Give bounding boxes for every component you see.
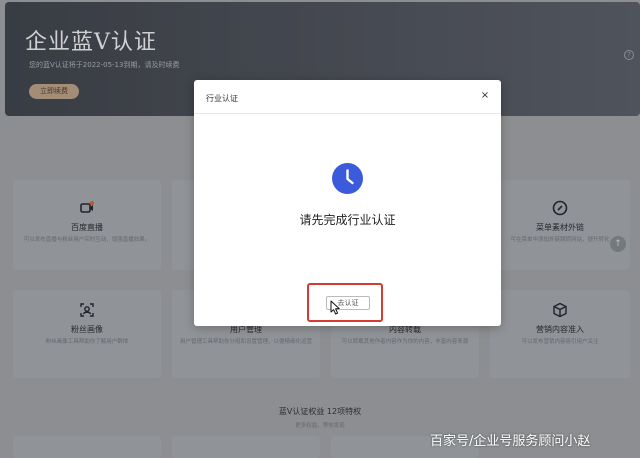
watermark-text: 百家号/企业号服务顾问小赵: [430, 434, 591, 449]
dialog-header: 行业认证 ×: [194, 80, 501, 114]
dialog-message: 请先完成行业认证: [299, 213, 396, 227]
dialog-title: 行业认证: [206, 94, 238, 103]
close-icon[interactable]: ×: [479, 90, 491, 102]
clock-icon: [332, 163, 363, 198]
cursor-icon: [330, 300, 341, 319]
highlight-box: [307, 283, 383, 322]
